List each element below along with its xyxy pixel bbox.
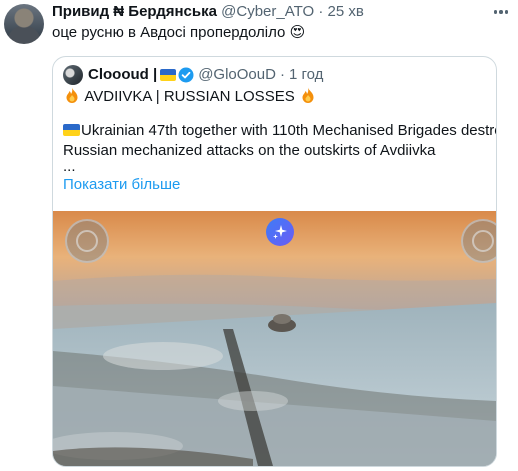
show-more-link[interactable]: Показати більше [63, 175, 180, 195]
more-dots-icon [493, 10, 498, 14]
quoted-headline-line: AVDIIVKA | RUSSIAN LOSSES [63, 87, 317, 107]
quoted-tweet-header: Cloooud | @GloOouD · 1 год [63, 65, 488, 85]
tweet-time[interactable]: 25 хв [328, 3, 364, 20]
quoted-headline: AVDIIVKA | RUSSIAN LOSSES [84, 88, 295, 105]
quoted-body-text-1: Ukrainian 47th together with 110th Mecha… [81, 122, 497, 139]
quoted-author-handle: @GloOouD [198, 66, 276, 83]
sparkle-icon[interactable] [266, 218, 294, 246]
heart-eyes-emoji: 😍 [289, 24, 306, 41]
quoted-time-separator: · [279, 66, 285, 83]
quoted-body-line-2: Russian mechanized attacks on the outski… [63, 142, 436, 159]
ukraine-flag-icon [63, 124, 80, 136]
author-name[interactable]: Привид ₦ Бердянська [52, 3, 217, 20]
ukraine-flag-icon [160, 69, 177, 81]
quoted-media-video[interactable] [53, 211, 496, 466]
quoted-tweet-card[interactable]: Cloooud | @GloOouD · 1 год AVDIIVKA | RU… [52, 56, 497, 467]
video-frame [53, 211, 496, 466]
more-options-button[interactable] [490, 4, 512, 20]
author-handle[interactable]: @Cyber_ATO [221, 3, 314, 20]
fire-icon [302, 87, 314, 103]
tweet-text-content: оце русню в Авдосі пропердоліло [52, 24, 286, 41]
quoted-author-avatar [63, 65, 83, 85]
quoted-ellipsis: ... [63, 158, 76, 175]
quoted-tweet-time: 1 год [288, 66, 324, 83]
fire-icon [66, 87, 78, 103]
quoted-author-name: Cloooud | [88, 66, 158, 83]
quoted-body-line-1: Ukrainian 47th together with 110th Mecha… [63, 121, 497, 141]
time-separator: · [318, 3, 324, 20]
tweet-header: Привид ₦ Бердянська @Cyber_ATO · 25 хв [52, 2, 518, 22]
tweet-text: оце русню в Авдосі пропердоліло 😍 [52, 23, 305, 43]
author-avatar[interactable] [4, 4, 44, 44]
verified-badge-icon [178, 67, 194, 83]
left-brigade-emblem [65, 219, 109, 263]
